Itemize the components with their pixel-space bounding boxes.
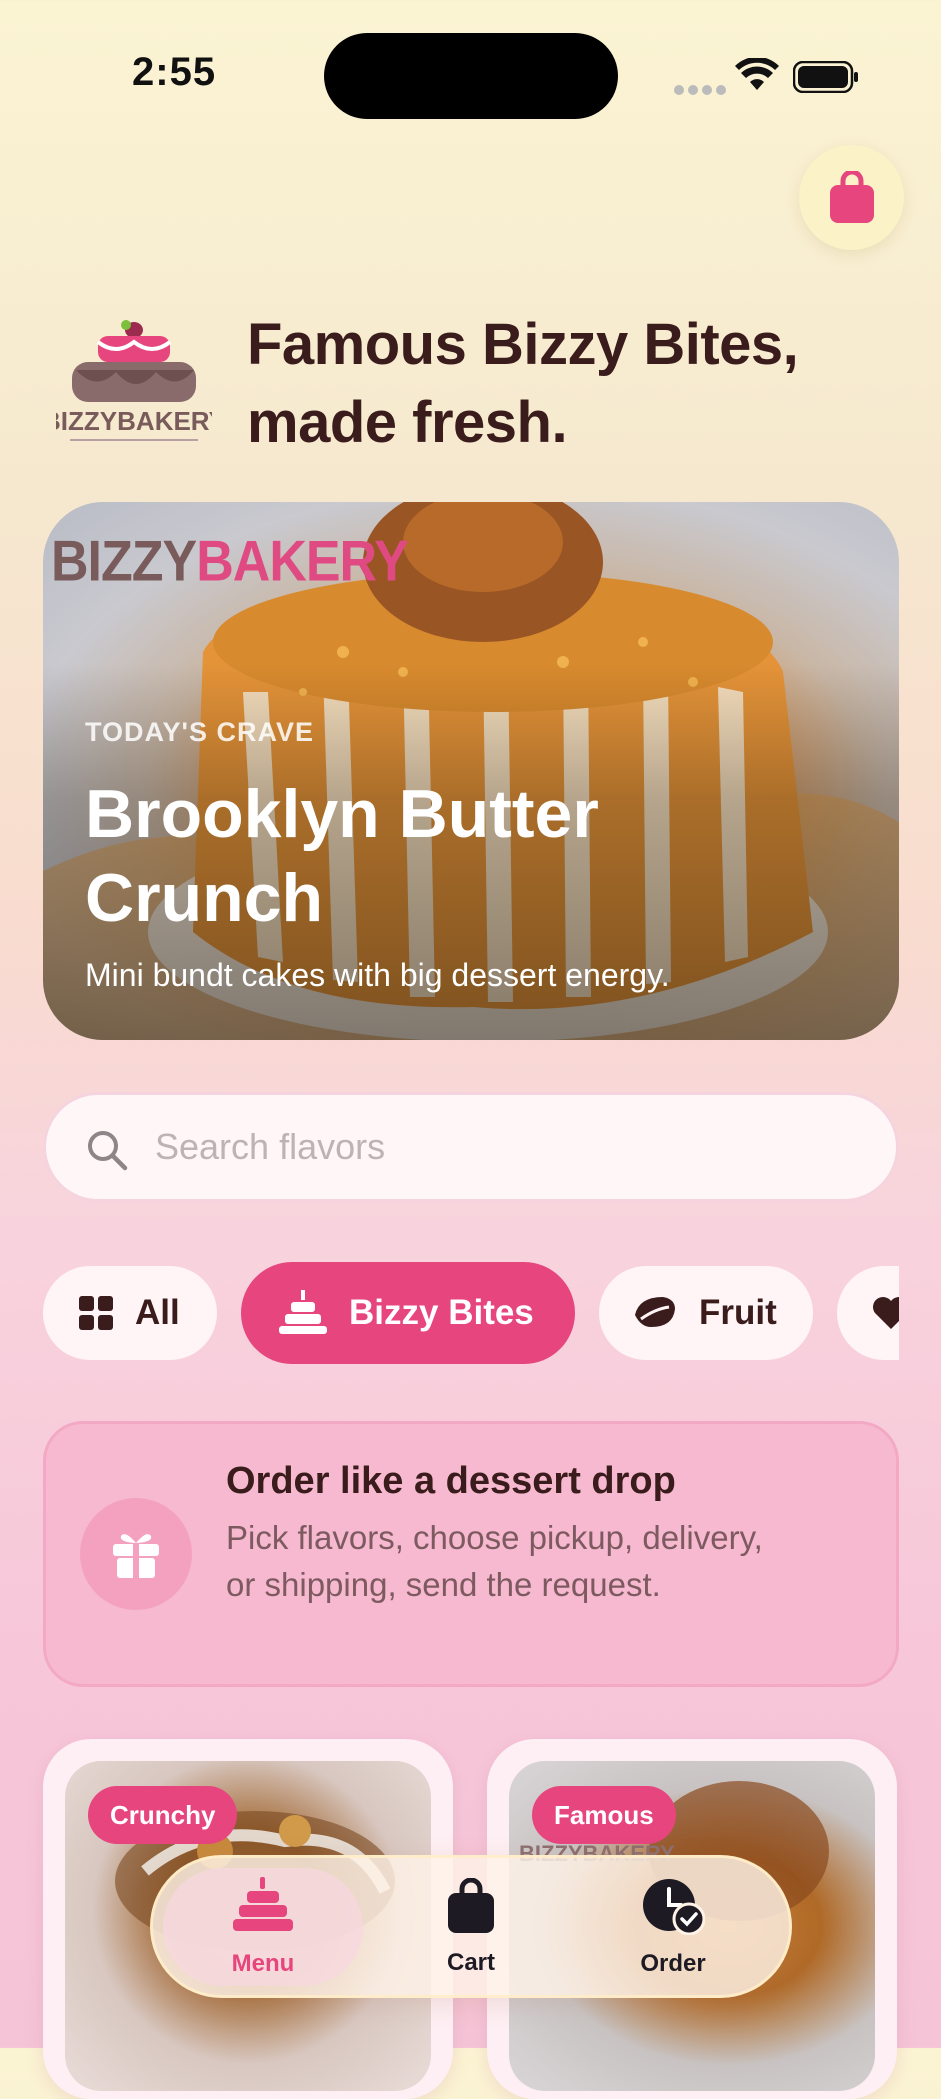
tab-label: Cart [446, 1948, 495, 1976]
tab-label: Order [640, 1949, 706, 1977]
search-icon [86, 1129, 128, 1176]
hero-brand-watermark: BIZZYBAKERY [51, 530, 409, 594]
cart-button[interactable] [799, 145, 904, 250]
bag-icon [446, 1877, 496, 1941]
category-filter-row: All Bizzy Bites Fruit [43, 1262, 899, 1364]
hero-subtitle: Mini bundt cakes with big dessert energy… [85, 957, 670, 993]
category-chip-fruit[interactable]: Fruit [599, 1266, 813, 1360]
hero-eyebrow: TODAY'S CRAVE [85, 717, 314, 747]
category-chip-favorites[interactable] [837, 1266, 899, 1360]
cake-icon [233, 1876, 293, 1942]
bottom-tab-bar: Menu Cart Order [150, 1855, 792, 1998]
search-input[interactable] [153, 1125, 857, 1169]
logo-text: BIZZYBAKERY [56, 406, 212, 436]
category-chip-label: All [135, 1293, 180, 1332]
category-chip-all[interactable]: All [43, 1266, 217, 1360]
cake-icon [279, 1290, 327, 1336]
search-bar[interactable] [43, 1092, 899, 1202]
bakery-logo: BIZZYBAKERY [42, 312, 226, 452]
clock-check-icon [641, 1877, 706, 1942]
featured-hero-card[interactable]: BIZZYBAKERY TODAY'S CRAVE Brooklyn Butte… [43, 502, 899, 1040]
promo-title: Order like a dessert drop [226, 1460, 676, 1502]
tab-label: Menu [231, 1949, 295, 1977]
heart-icon [871, 1295, 899, 1331]
leaf-icon [633, 1295, 677, 1331]
product-badge: Crunchy [88, 1786, 238, 1844]
order-info-card: Order like a dessert drop Pick flavors, … [43, 1421, 899, 1687]
category-chip-label: Bizzy Bites [349, 1293, 534, 1332]
page-headline: Famous Bizzy Bites, made fresh. [247, 312, 799, 455]
grid-icon [79, 1296, 113, 1330]
wifi-icon [735, 56, 779, 97]
promo-body: Pick flavors, choose pickup, delivery, o… [226, 1519, 763, 1603]
product-badge: Famous [532, 1786, 676, 1844]
category-chip-label: Fruit [699, 1293, 777, 1332]
dynamic-island [324, 33, 618, 119]
tab-menu[interactable]: Menu [163, 1868, 363, 1986]
tab-order[interactable]: Order [573, 1868, 773, 1986]
category-chip-bizzy-bites[interactable]: Bizzy Bites [241, 1262, 575, 1364]
bag-icon [829, 170, 874, 223]
battery-icon [792, 60, 859, 98]
hero-title: Brooklyn Butter Crunch [85, 776, 599, 936]
tab-cart[interactable]: Cart [371, 1868, 571, 1986]
gift-icon [80, 1498, 192, 1610]
status-time: 2:55 [132, 50, 217, 94]
cellular-signal-icon [674, 82, 730, 100]
